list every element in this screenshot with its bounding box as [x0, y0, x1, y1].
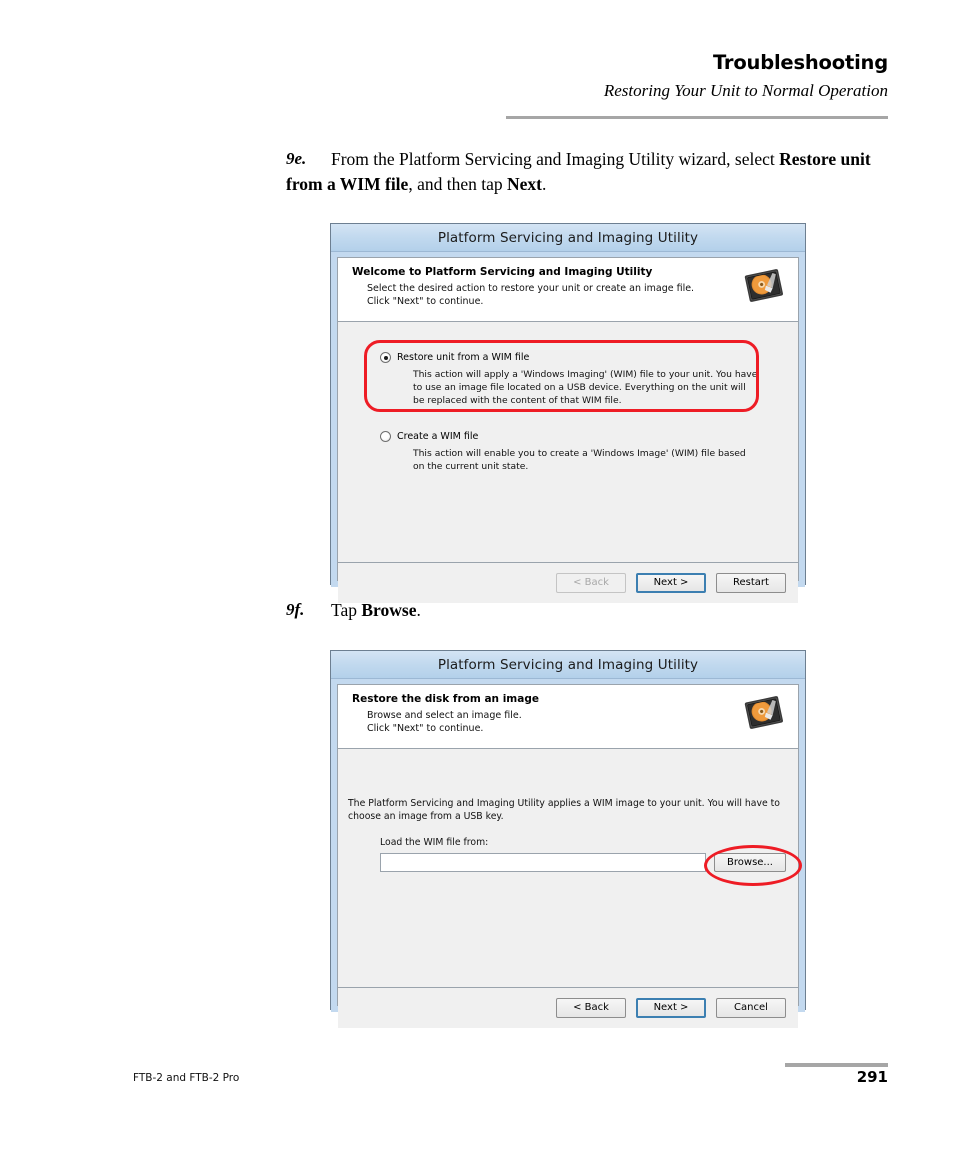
wizard-dialog-restore-disk[interactable]: Platform Servicing and Imaging Utility R… — [330, 650, 806, 1028]
radio-option-create-wim[interactable]: Create a WIM file This action will enabl… — [380, 431, 750, 473]
dialog2-button-bar: < Back Next > Cancel — [338, 987, 798, 1028]
radio-create-wim-description: This action will enable you to create a … — [413, 448, 746, 473]
dialog2-banner-line2: Click "Next" to continue. — [367, 722, 484, 734]
step-9f-part-1: Browse — [361, 600, 417, 620]
footer-divider — [785, 1063, 888, 1067]
hard-disk-drive-icon — [744, 269, 783, 302]
footer-product-name: FTB-2 and FTB-2 Pro — [133, 1072, 240, 1084]
hard-disk-drive-icon — [744, 696, 783, 729]
radio-create-wim-label: Create a WIM file — [397, 431, 479, 442]
dialog1-titlebar: Platform Servicing and Imaging Utility — [331, 224, 805, 252]
dialog1-banner-line1: Select the desired action to restore you… — [367, 282, 695, 294]
step-9f-part-0: Tap — [331, 600, 362, 620]
dialog1-inner: Welcome to Platform Servicing and Imagin… — [337, 257, 799, 603]
dialog2-banner-line1: Browse and select an image file. — [367, 709, 522, 721]
dialog1-banner-title: Welcome to Platform Servicing and Imagin… — [352, 266, 653, 278]
dialog2-frame: Restore the disk from an image Browse an… — [331, 679, 805, 1028]
dialog1-restart-button[interactable]: Restart — [716, 573, 786, 593]
step-9e-part-3: Next — [506, 173, 542, 194]
footer-page-number: 291 — [856, 1068, 888, 1086]
header-chapter-title: Troubleshooting — [712, 51, 888, 74]
dialog2-back-button[interactable]: < Back — [556, 998, 626, 1018]
page-header: Troubleshooting Restoring Your Unit to N… — [506, 51, 888, 102]
step-9e-part-2: , and then tap — [408, 173, 507, 194]
header-section-title: Restoring Your Unit to Normal Operation — [603, 81, 888, 101]
dialog2-title: Platform Servicing and Imaging Utility — [437, 656, 699, 673]
browse-button[interactable]: Browse... — [714, 853, 786, 872]
wim-file-field-label: Load the WIM file from: — [380, 837, 489, 848]
wizard-dialog-welcome[interactable]: Platform Servicing and Imaging Utility W… — [330, 223, 806, 603]
radio-option-restore-unit[interactable]: Restore unit from a WIM file This action… — [380, 352, 760, 407]
dialog2-titlebar: Platform Servicing and Imaging Utility — [331, 651, 805, 679]
radio-restore-unit-indicator[interactable] — [380, 352, 391, 363]
step-9f-number: 9f. — [286, 600, 305, 619]
dialog1-banner: Welcome to Platform Servicing and Imagin… — [338, 258, 798, 322]
step-9f-text: Tap Browse. — [331, 600, 421, 620]
radio-restore-unit-label: Restore unit from a WIM file — [397, 352, 530, 363]
radio-create-wim-indicator[interactable] — [380, 431, 391, 442]
step-9e: 9e. From the Platform Servicing and Imag… — [286, 147, 886, 197]
dialog1-next-button[interactable]: Next > — [636, 573, 706, 593]
dialog1-frame: Welcome to Platform Servicing and Imagin… — [331, 252, 805, 603]
dialog2-inner: Restore the disk from an image Browse an… — [337, 684, 802, 1028]
step-9e-part-0: From the Platform Servicing and Imaging … — [331, 149, 780, 169]
wim-file-path-input[interactable] — [380, 853, 706, 872]
dialog1-title: Platform Servicing and Imaging Utility — [437, 229, 699, 246]
step-9e-text: From the Platform Servicing and Imaging … — [286, 149, 871, 194]
header-divider — [506, 116, 888, 119]
dialog2-banner-title: Restore the disk from an image — [352, 693, 539, 705]
step-9e-part-4: . — [541, 173, 547, 194]
dialog2-banner: Restore the disk from an image Browse an… — [338, 685, 798, 749]
dialog1-button-bar: < Back Next > Restart — [338, 562, 798, 603]
radio-restore-unit-description: This action will apply a 'Windows Imagin… — [413, 369, 758, 407]
dialog1-back-button[interactable]: < Back — [556, 573, 626, 593]
dialog2-cancel-button[interactable]: Cancel — [716, 998, 786, 1018]
dialog1-body: Restore unit from a WIM file This action… — [338, 322, 798, 562]
dialog1-banner-line2: Click "Next" to continue. — [367, 295, 484, 307]
step-9f: 9f. Tap Browse. — [286, 598, 686, 623]
dialog2-description-paragraph: The Platform Servicing and Imaging Utili… — [348, 798, 780, 823]
dialog2-next-button[interactable]: Next > — [636, 998, 706, 1018]
step-9e-number: 9e. — [286, 149, 307, 168]
dialog2-body: The Platform Servicing and Imaging Utili… — [338, 749, 802, 987]
step-9f-part-2: . — [416, 600, 421, 620]
